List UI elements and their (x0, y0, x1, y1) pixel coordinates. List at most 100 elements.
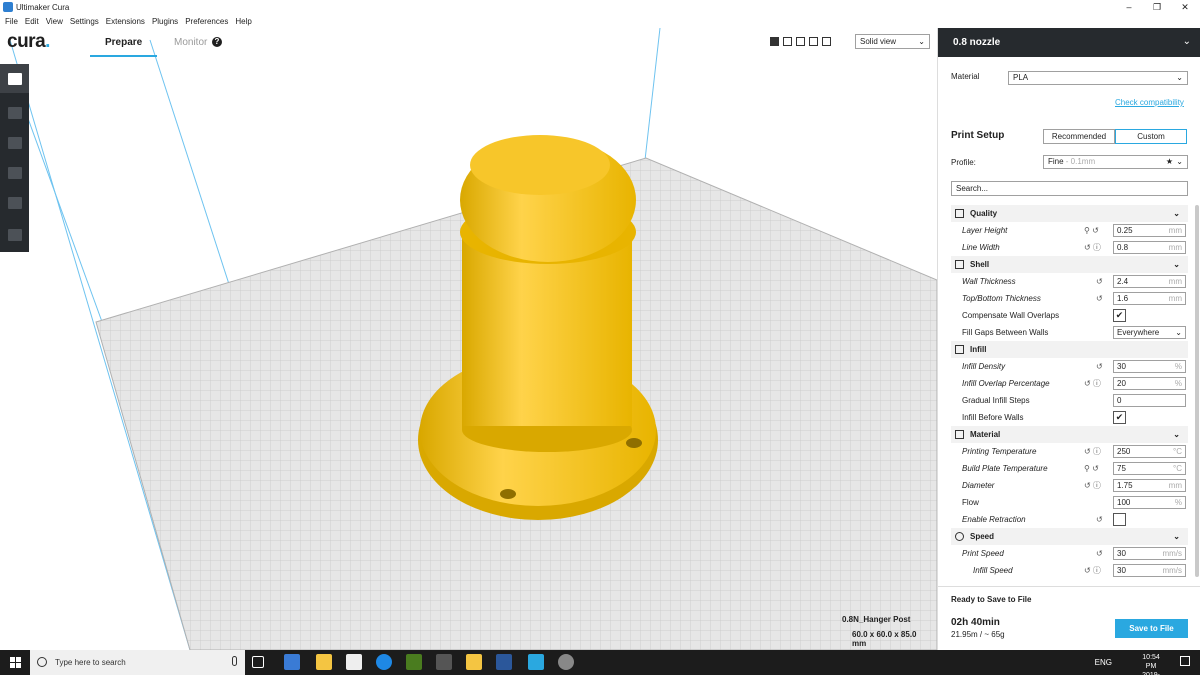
reset-icon[interactable]: ↺ (1096, 511, 1103, 528)
menu-plugins[interactable]: Plugins (152, 17, 178, 26)
reset-icon[interactable]: ↺ (1096, 358, 1103, 375)
move-tool-button[interactable] (0, 98, 29, 127)
build-plate-temperature-input[interactable]: 75 °C (1113, 462, 1186, 475)
infill-icon (955, 345, 964, 354)
open-file-button[interactable] (0, 64, 29, 93)
file-explorer-icon[interactable] (316, 654, 332, 670)
mirror-tool-icon (7, 196, 22, 209)
tab-prepare[interactable]: Prepare (105, 37, 142, 48)
setting-label: Printing Temperature (962, 447, 1037, 456)
profile-select[interactable]: Fine - 0.1mm ★ ⌄ (1043, 155, 1188, 169)
custom-button[interactable]: Custom (1115, 129, 1187, 144)
reset-icon[interactable]: ↺ (1096, 273, 1103, 290)
category-material[interactable]: Material ⌄ (951, 426, 1188, 443)
link-reset-icon[interactable]: ⚲ ↺ (1084, 460, 1099, 477)
setting-label: Print Speed (962, 549, 1004, 558)
reset-info-icon[interactable]: ↺ ⓘ (1084, 239, 1101, 256)
retraction-checkbox[interactable] (1113, 513, 1126, 526)
view-3d-icon[interactable] (770, 37, 779, 46)
setting-value: Everywhere (1117, 328, 1160, 337)
start-button[interactable] (10, 657, 21, 668)
category-label: Speed (970, 532, 995, 541)
3d-viewport[interactable] (0, 28, 937, 650)
minimize-button[interactable]: – (1115, 0, 1143, 14)
reset-info-icon[interactable]: ↺ ⓘ (1084, 562, 1101, 577)
rotate-tool-button[interactable] (0, 158, 29, 187)
reset-icon[interactable]: ↺ (1096, 290, 1103, 307)
extruder-header[interactable]: 0.8 nozzle ⌄ (938, 28, 1200, 57)
infill-density-input[interactable]: 30% (1113, 360, 1186, 373)
reset-info-icon[interactable]: ↺ ⓘ (1084, 477, 1101, 494)
view-left-icon[interactable] (809, 37, 818, 46)
menu-file[interactable]: File (5, 17, 18, 26)
category-infill[interactable]: Infill (951, 341, 1188, 358)
cura-taskbar-icon[interactable] (528, 654, 544, 670)
help-icon[interactable]: ? (212, 37, 222, 47)
infill-speed-input[interactable]: 30 mm/s (1113, 564, 1186, 577)
reset-info-icon[interactable]: ↺ ⓘ (1084, 375, 1101, 392)
chevron-down-icon: ⌄ (1176, 73, 1183, 82)
mirror-tool-button[interactable] (0, 188, 29, 217)
dreamweaver-icon[interactable] (406, 654, 422, 670)
settings-scrollbar[interactable] (1195, 205, 1199, 577)
diameter-input[interactable]: 1.75 mm (1113, 479, 1186, 492)
star-icon: ★ (1165, 157, 1173, 166)
reset-info-icon[interactable]: ↺ ⓘ (1084, 443, 1101, 460)
settings-search-input[interactable]: Search... (951, 181, 1188, 196)
infill-overlap-input[interactable]: 20% (1113, 377, 1186, 390)
taskbar-search-input[interactable]: Type here to search (30, 650, 245, 675)
line-width-input[interactable]: 0.8 mm (1113, 241, 1186, 254)
cura-app-icon (3, 2, 13, 12)
app-icon[interactable] (558, 654, 574, 670)
reset-icon[interactable]: ↺ (1096, 545, 1103, 562)
app-icon[interactable] (436, 654, 452, 670)
save-to-file-button[interactable]: Save to File (1115, 619, 1188, 638)
word-icon[interactable] (496, 654, 512, 670)
folder-icon[interactable] (466, 654, 482, 670)
printing-temperature-input[interactable]: 250 °C (1113, 445, 1186, 458)
wall-thickness-input[interactable]: 2.4 mm (1113, 275, 1186, 288)
object-name: 0.8N_Hanger Post (842, 615, 911, 624)
scale-tool-button[interactable] (0, 128, 29, 157)
clock[interactable]: 10:54 PM 2019-08-30 (1142, 653, 1160, 689)
tab-monitor[interactable]: Monitor (174, 37, 207, 48)
tray-language[interactable]: ENG (1095, 658, 1112, 667)
print-speed-input[interactable]: 30 mm/s (1113, 547, 1186, 560)
compensate-checkbox[interactable]: ✔ (1113, 309, 1126, 322)
menu-edit[interactable]: Edit (25, 17, 39, 26)
category-quality[interactable]: Quality ⌄ (951, 205, 1188, 222)
edge-icon[interactable] (376, 654, 392, 670)
category-shell[interactable]: Shell ⌄ (951, 256, 1188, 273)
layer-height-input[interactable]: 0.25 mm (1113, 224, 1186, 237)
view-front-icon[interactable] (783, 37, 792, 46)
mail-icon[interactable] (346, 654, 362, 670)
close-button[interactable]: ✕ (1171, 0, 1199, 14)
menu-settings[interactable]: Settings (70, 17, 99, 26)
menu-help[interactable]: Help (235, 17, 251, 26)
store-icon[interactable] (284, 654, 300, 670)
fill-gaps-select[interactable]: Everywhere ⌄ (1113, 326, 1186, 339)
maximize-button[interactable]: ❐ (1143, 0, 1171, 14)
infill-before-walls-checkbox[interactable]: ✔ (1113, 411, 1126, 424)
material-select[interactable]: PLA ⌄ (1008, 71, 1188, 85)
setting-fill-gaps: Fill Gaps Between Walls Everywhere ⌄ (951, 324, 1188, 341)
task-view-icon[interactable] (252, 656, 264, 668)
recommended-button[interactable]: Recommended (1043, 129, 1115, 144)
menu-preferences[interactable]: Preferences (185, 17, 228, 26)
view-mode-select[interactable]: Solid view ⌄ (855, 34, 930, 49)
gradual-infill-input[interactable]: 0 (1113, 394, 1186, 407)
view-top-icon[interactable] (796, 37, 805, 46)
flow-input[interactable]: 100% (1113, 496, 1186, 509)
view-right-icon[interactable] (822, 37, 831, 46)
link-reset-icon[interactable]: ⚲ ↺ (1084, 222, 1099, 239)
check-compatibility-link[interactable]: Check compatibility (1115, 98, 1184, 107)
per-model-settings-button[interactable] (0, 220, 29, 249)
menu-extensions[interactable]: Extensions (106, 17, 145, 26)
category-speed[interactable]: Speed ⌄ (951, 528, 1188, 545)
setting-unit: °C (1173, 447, 1182, 456)
setting-line-width: Line Width ↺ ⓘ 0.8 mm (951, 239, 1188, 256)
topbottom-thickness-input[interactable]: 1.6 mm (1113, 292, 1186, 305)
notifications-icon[interactable] (1180, 656, 1190, 666)
menu-view[interactable]: View (46, 17, 63, 26)
microphone-icon[interactable] (232, 656, 237, 666)
